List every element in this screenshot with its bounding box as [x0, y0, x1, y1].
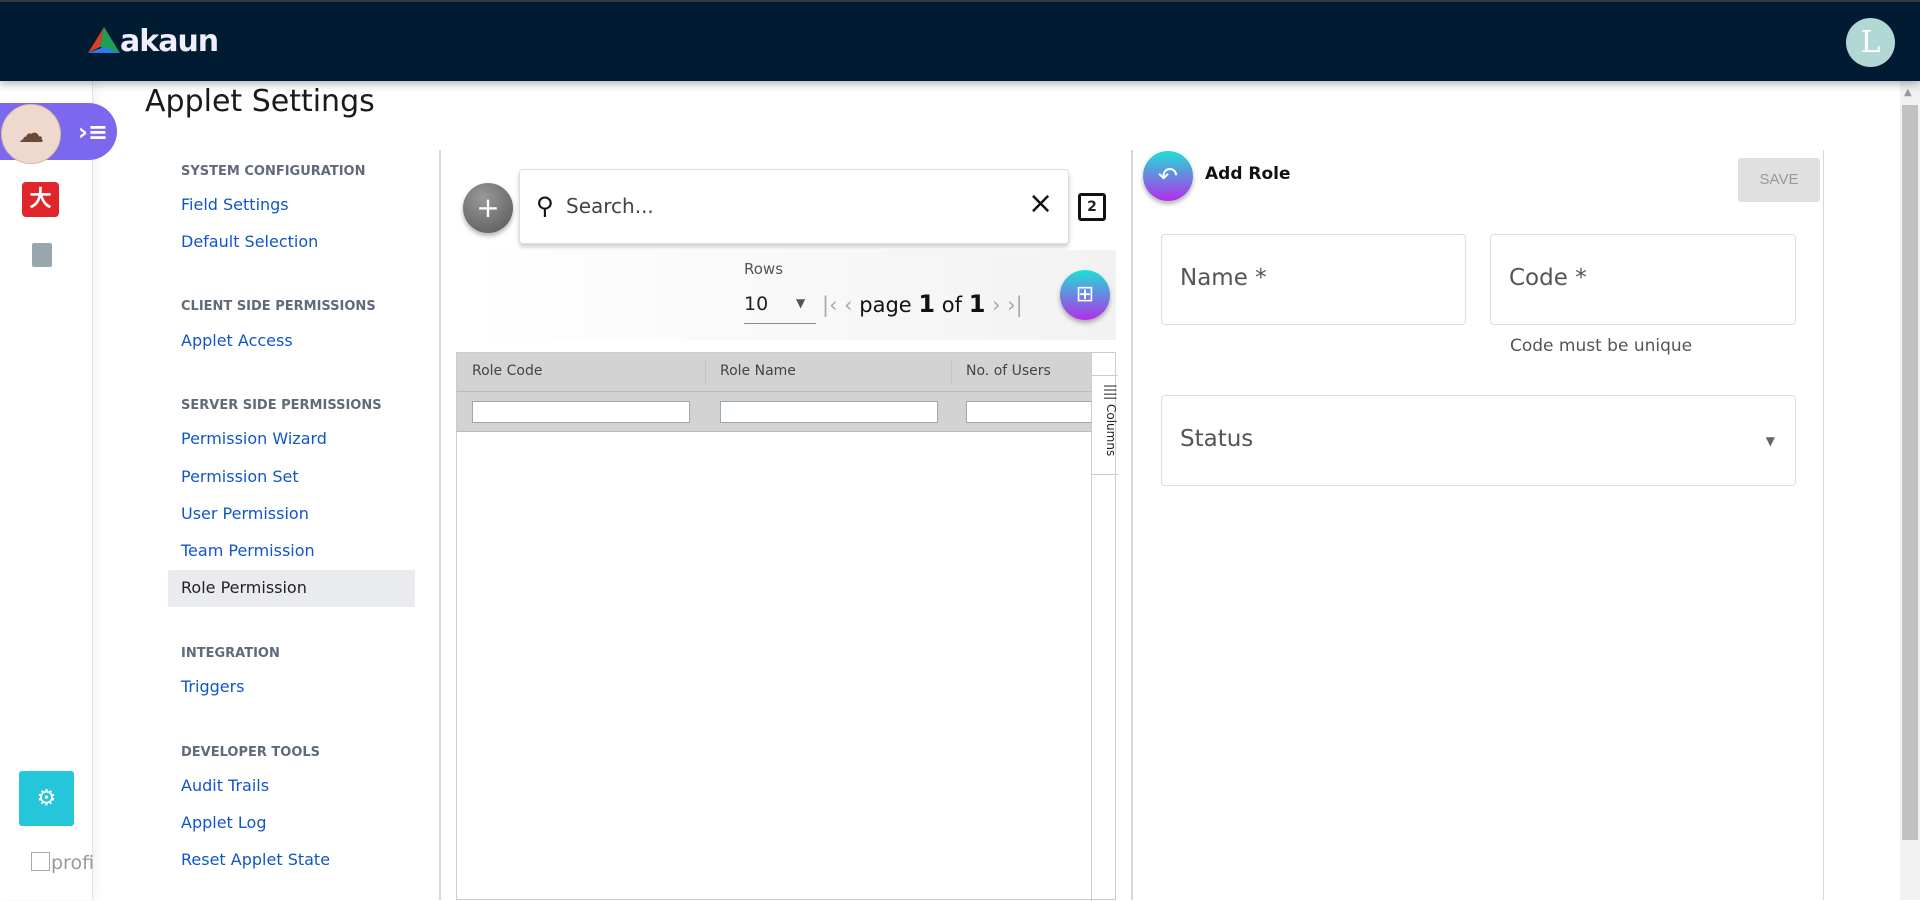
menu-expand-icon[interactable]: ›≡: [78, 118, 108, 146]
grid-view-button[interactable]: ⊞: [1060, 270, 1110, 320]
column-header-role-name[interactable]: Role Name: [720, 363, 796, 379]
user-avatar[interactable]: L: [1846, 18, 1895, 67]
status-select[interactable]: Status ▼: [1161, 395, 1796, 486]
page-current: 1: [918, 290, 936, 318]
columns-icon: ||||: [1104, 384, 1118, 404]
nav-item-default-selection[interactable]: Default Selection: [181, 232, 318, 252]
nav-heading: SYSTEM CONFIGURATION: [181, 164, 366, 179]
nav-item-user-permission[interactable]: User Permission: [181, 504, 309, 524]
prev-page-icon[interactable]: ‹: [844, 293, 852, 317]
close-icon[interactable]: ×: [1028, 186, 1053, 221]
roles-table: Role Code Role Name No. of Users |||| Co…: [456, 352, 1118, 901]
columns-label: Columns: [1104, 404, 1118, 457]
add-role-button[interactable]: +: [463, 183, 513, 233]
scrollbar-thumb[interactable]: [1902, 105, 1918, 840]
applet-avatar-icon[interactable]: ☁: [1, 104, 61, 164]
nav-item-applet-access[interactable]: Applet Access: [181, 331, 293, 351]
search-input[interactable]: [566, 190, 1006, 222]
nav-heading: CLIENT SIDE PERMISSIONS: [181, 299, 376, 314]
nav-heading: SERVER SIDE PERMISSIONS: [181, 398, 382, 413]
app-shortcut-icon[interactable]: 大: [22, 182, 59, 217]
column-header-no-of-users[interactable]: No. of Users: [966, 363, 1051, 379]
chevron-down-icon: ▼: [1765, 434, 1775, 448]
columns-side-bar: |||| Columns: [1091, 353, 1118, 901]
column-separator[interactable]: [951, 361, 952, 383]
nav-heading: DEVELOPER TOOLS: [181, 745, 321, 760]
scroll-up-arrow-icon[interactable]: ▲: [1904, 87, 1912, 98]
page-title: Applet Settings: [145, 84, 375, 119]
rows-label: Rows: [744, 260, 784, 278]
code-field-label: Code *: [1509, 265, 1587, 291]
next-page-icon[interactable]: ›: [992, 293, 1000, 317]
divider: [1131, 150, 1133, 900]
of-word: of: [941, 293, 963, 317]
copy-icon[interactable]: 2: [1078, 193, 1106, 221]
users-filter-input[interactable]: [966, 401, 1091, 423]
status-label: Status: [1180, 426, 1254, 452]
nav-item-audit-trails[interactable]: Audit Trails: [181, 776, 269, 796]
nav-item-role-permission[interactable]: Role Permission: [181, 578, 307, 598]
search-icon: ⚲: [536, 192, 554, 220]
divider: [439, 150, 441, 900]
role-code-filter-input[interactable]: [472, 401, 690, 423]
filter-row: [457, 392, 1091, 432]
akaun-logo-icon: [88, 27, 120, 53]
code-hint: Code must be unique: [1510, 336, 1693, 356]
column-separator[interactable]: [705, 361, 706, 383]
name-field-label: Name *: [1180, 265, 1267, 291]
nav-item-team-permission[interactable]: Team Permission: [181, 541, 315, 561]
search-box: ⚲ ×: [519, 169, 1069, 244]
table-header: Role Code Role Name No. of Users: [457, 353, 1091, 392]
pagination-bar: Rows 10 ▼ |‹ ‹ page 1 of 1 › ›| ⊞: [470, 250, 1116, 340]
divider: [1823, 150, 1824, 900]
nav-heading: INTEGRATION: [181, 646, 280, 661]
clipboard-icon[interactable]: [32, 243, 52, 267]
nav-item-reset-applet-state[interactable]: Reset Applet State: [181, 850, 330, 870]
nav-item-permission-wizard[interactable]: Permission Wizard: [181, 429, 327, 449]
profile-label[interactable]: profi: [51, 852, 93, 874]
settings-gear-button[interactable]: ⚙: [19, 771, 74, 826]
top-header: akaun L: [0, 0, 1920, 81]
nav-item-permission-set[interactable]: Permission Set: [181, 467, 299, 487]
page-total: 1: [968, 290, 986, 318]
nav-item-applet-log[interactable]: Applet Log: [181, 813, 266, 833]
name-field[interactable]: Name *: [1161, 234, 1466, 325]
role-name-filter-input[interactable]: [720, 401, 938, 423]
form-title: Add Role: [1205, 164, 1291, 184]
code-field[interactable]: Code *: [1490, 234, 1796, 325]
profile-image-icon: [31, 852, 50, 871]
column-header-role-code[interactable]: Role Code: [472, 363, 542, 379]
page-word: page: [859, 293, 912, 317]
save-button[interactable]: SAVE: [1738, 158, 1820, 202]
page-navigation: |‹ ‹ page 1 of 1 › ›|: [822, 290, 1023, 318]
first-page-icon[interactable]: |‹: [822, 293, 837, 317]
chevron-down-icon[interactable]: ▼: [796, 296, 805, 310]
columns-panel-tab[interactable]: |||| Columns: [1092, 375, 1118, 475]
nav-item-triggers[interactable]: Triggers: [181, 677, 245, 697]
last-page-icon[interactable]: ›|: [1007, 293, 1022, 317]
brand-logo[interactable]: akaun: [120, 24, 219, 59]
back-button[interactable]: ↶: [1143, 151, 1193, 201]
nav-item-field-settings[interactable]: Field Settings: [181, 195, 289, 215]
page-scrollbar[interactable]: ▲: [1900, 81, 1920, 900]
